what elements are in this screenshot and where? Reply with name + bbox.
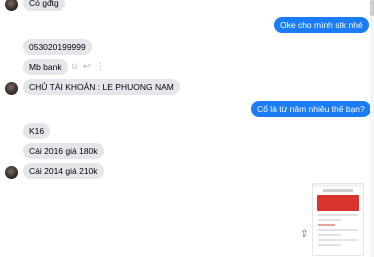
attachment-line	[318, 244, 341, 246]
more-icon[interactable]: ⋮	[96, 62, 105, 71]
incoming-message[interactable]: K16	[23, 123, 51, 139]
incoming-message[interactable]: Mb bank	[23, 59, 68, 75]
avatar[interactable]	[5, 166, 18, 179]
attachment-line	[318, 234, 341, 236]
image-attachment[interactable]	[312, 183, 364, 256]
attachment-line	[318, 214, 358, 216]
avatar[interactable]	[5, 82, 18, 95]
incoming-message[interactable]: Cái 2014 giá 210k	[23, 163, 104, 179]
incoming-message[interactable]: Có gđtg	[23, 0, 65, 11]
scrollbar[interactable]	[370, 0, 374, 257]
incoming-message[interactable]: CHỦ TÀI KHOẢN : LE PHUONG NAM	[23, 79, 180, 95]
attachment-line	[318, 219, 341, 221]
smiley-icon[interactable]: ☺	[70, 62, 79, 71]
scrollbar-thumb[interactable]	[370, 0, 374, 16]
attachment-topbar	[313, 184, 363, 187]
reply-icon[interactable]: ↩	[83, 62, 91, 71]
incoming-message[interactable]: Cái 2016 giá 180k	[23, 143, 104, 159]
chat-thread: Có gđtg Oke cho mình stk nhé 05302019999…	[0, 0, 374, 257]
attachment-red-card	[317, 195, 359, 211]
attachment-header	[323, 189, 353, 192]
attachment-line	[318, 224, 335, 226]
incoming-message[interactable]: 053020199999	[23, 39, 92, 55]
attachment-line	[318, 229, 358, 231]
attachment-line	[318, 239, 358, 241]
outgoing-message[interactable]: Oke cho mình stk nhé	[274, 17, 369, 33]
outgoing-message[interactable]: Cổ là từ năm nhiêu thế bạn?	[251, 101, 371, 117]
avatar[interactable]	[5, 0, 18, 11]
share-icon[interactable]: ⇪	[300, 229, 308, 240]
